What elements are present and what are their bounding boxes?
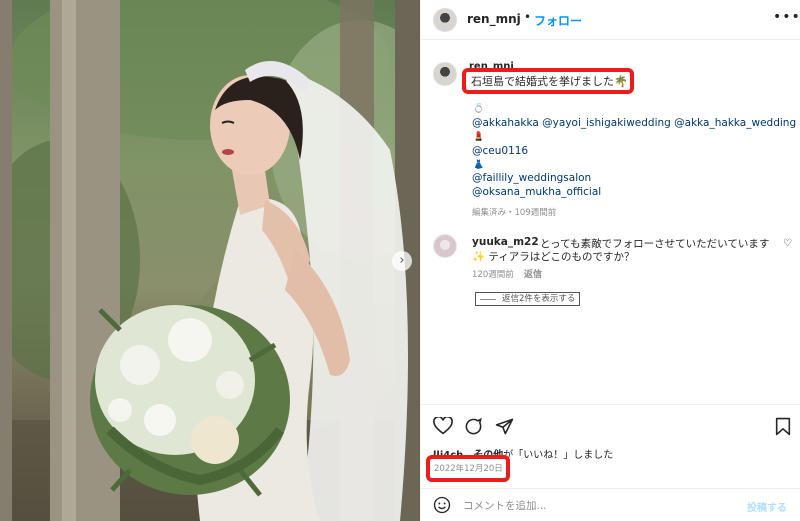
caption-tag-line-4[interactable]: @oksana_mukha_official <box>472 186 601 198</box>
comment-reply-button[interactable]: 返信 <box>524 267 542 280</box>
caption-tag-line-1[interactable]: @akkahakka @yayoi_ishigakiwedding @akka_… <box>472 117 796 129</box>
caption-meta: 編集済み・109週間前 <box>472 208 557 218</box>
author-username[interactable]: ren_mnj <box>467 12 521 26</box>
bride-photo-illustration <box>0 0 420 521</box>
likes-suffix: が「いいね！」しました <box>503 450 614 461</box>
commenter-avatar[interactable] <box>433 234 457 258</box>
comment-time: 120週間前 <box>472 270 514 280</box>
header-separator: • <box>524 10 532 24</box>
dress-icon: 👗 <box>473 160 485 170</box>
post-photo[interactable]: › <box>0 0 420 521</box>
share-icon[interactable] <box>495 417 514 439</box>
comment-bar: 投稿する <box>421 488 800 521</box>
caption-author-avatar[interactable] <box>433 62 457 86</box>
author-avatar[interactable] <box>433 8 457 32</box>
highlight-box-caption <box>462 68 634 94</box>
ring-icon: 💍 <box>473 104 485 114</box>
highlight-box-date <box>426 455 510 482</box>
more-options-icon[interactable]: ••• <box>773 9 800 25</box>
comment-like-icon[interactable]: ♡ <box>783 238 792 249</box>
comment-input[interactable] <box>463 497 733 515</box>
bookmark-icon[interactable] <box>775 417 791 439</box>
next-photo-button[interactable]: › <box>392 251 412 271</box>
follow-button[interactable]: フォロー <box>534 12 582 29</box>
caption-tag-line-3[interactable]: @faillily_weddingsalon <box>472 172 591 184</box>
post-actions-bar <box>421 404 800 444</box>
post-comment-button[interactable]: 投稿する <box>747 499 787 514</box>
post-header: ren_mnj • フォロー ••• <box>421 0 800 40</box>
lipstick-icon: 💄 <box>473 132 485 142</box>
comment-text-line-2: ✨ ティアラはどこのものですか？ <box>472 251 635 263</box>
caption-tag-line-2[interactable]: @ceu0116 <box>472 145 528 157</box>
comment-username[interactable]: yuuka_m22 <box>472 236 539 248</box>
post-detail-panel: ren_mnj • フォロー ••• ren_mnj 石垣島で結婚式を挙げました… <box>420 0 800 521</box>
comment-icon[interactable] <box>464 417 483 439</box>
emoji-icon[interactable] <box>433 496 451 517</box>
view-replies-button[interactable]: 返信2件を表示する <box>475 292 581 306</box>
heart-icon[interactable] <box>433 415 453 438</box>
